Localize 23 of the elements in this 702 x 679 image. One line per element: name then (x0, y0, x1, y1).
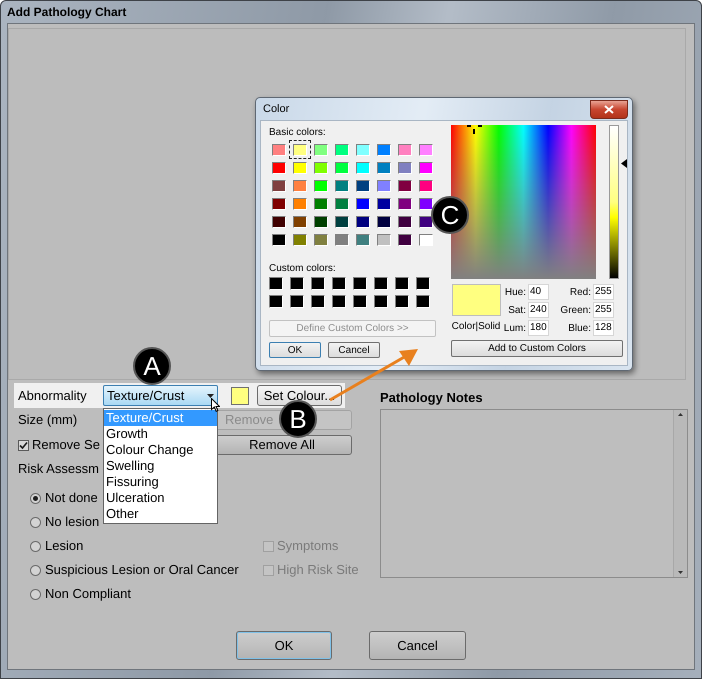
field-label: Green: (559, 304, 592, 318)
field-label: Lum: (502, 322, 527, 336)
radio-label: Non Compliant (45, 585, 131, 604)
field-label: Red: (568, 286, 592, 300)
section-label: Custom colors: (269, 262, 337, 275)
checkbox-label: Symptoms (277, 537, 338, 556)
radio-label: Suspicious Lesion or Oral Cancer (45, 561, 239, 580)
field-label: Blue: (567, 322, 592, 336)
radio-label: Not done (45, 489, 98, 508)
checkbox-label: High Risk Site (277, 561, 359, 580)
field-label: Abnormality (17, 386, 88, 405)
field-label: Size (mm) (18, 411, 78, 430)
dialog-title: Color (263, 102, 290, 117)
field-label: Sat: (507, 304, 527, 318)
preview-label: Color|Solid (452, 320, 500, 334)
radio-label: Lesion (45, 537, 84, 556)
window-title: Add Pathology Chart (7, 4, 126, 21)
section-label: Pathology Notes (380, 389, 484, 404)
radio-label: No lesion (45, 513, 100, 532)
field-label: Hue: (504, 286, 527, 300)
section-label: Risk Assessm (18, 460, 99, 478)
checkbox-label: Remove Se (32, 436, 100, 454)
section-label: Basic colors: (269, 126, 327, 139)
